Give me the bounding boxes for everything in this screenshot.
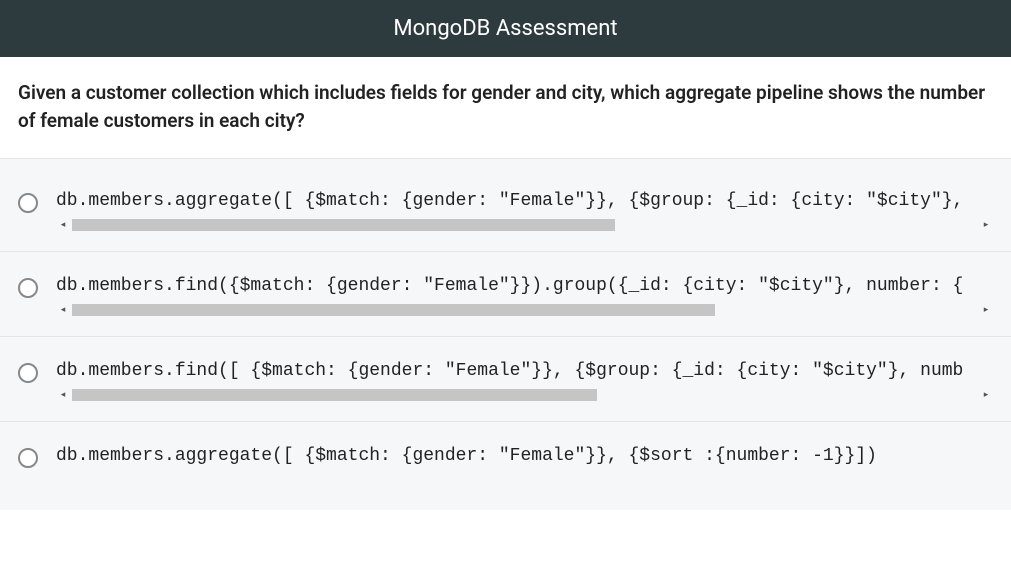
radio-button[interactable] xyxy=(18,193,38,213)
scroll-left-icon[interactable]: ◂ xyxy=(56,218,70,232)
code-wrap: db.members.aggregate([ {$match: {gender:… xyxy=(56,446,993,472)
scroll-left-icon[interactable]: ◂ xyxy=(56,303,70,317)
horizontal-scrollbar[interactable]: ◂ ▸ xyxy=(56,217,993,233)
scroll-thumb[interactable] xyxy=(72,219,615,231)
scroll-thumb[interactable] xyxy=(72,304,715,316)
scroll-track[interactable] xyxy=(72,389,977,401)
code-wrap: db.members.find([ {$match: {gender: "Fem… xyxy=(56,361,993,403)
option-item: db.members.aggregate([ {$match: {gender:… xyxy=(0,167,1011,252)
radio-button[interactable] xyxy=(18,363,38,383)
page-title: MongoDB Assessment xyxy=(393,16,617,41)
code-snippet: db.members.find([ {$match: {gender: "Fem… xyxy=(56,361,993,381)
scroll-track[interactable] xyxy=(72,304,977,316)
scroll-right-icon[interactable]: ▸ xyxy=(979,218,993,232)
scroll-thumb[interactable] xyxy=(72,389,597,401)
options-list: db.members.aggregate([ {$match: {gender:… xyxy=(0,159,1011,510)
option-item: db.members.find([ {$match: {gender: "Fem… xyxy=(0,337,1011,422)
code-snippet: db.members.find({$match: {gender: "Femal… xyxy=(56,276,993,296)
scroll-track[interactable] xyxy=(72,219,977,231)
horizontal-scrollbar[interactable]: ◂ ▸ xyxy=(56,302,993,318)
scroll-right-icon[interactable]: ▸ xyxy=(979,303,993,317)
code-snippet: db.members.aggregate([ {$match: {gender:… xyxy=(56,191,993,211)
code-wrap: db.members.aggregate([ {$match: {gender:… xyxy=(56,191,993,233)
assessment-header: MongoDB Assessment xyxy=(0,0,1011,57)
question-text: Given a customer collection which includ… xyxy=(0,57,1011,159)
code-snippet: db.members.aggregate([ {$match: {gender:… xyxy=(56,446,993,466)
scroll-left-icon[interactable]: ◂ xyxy=(56,388,70,402)
scroll-right-icon[interactable]: ▸ xyxy=(979,388,993,402)
radio-button[interactable] xyxy=(18,278,38,298)
option-item: db.members.aggregate([ {$match: {gender:… xyxy=(0,422,1011,490)
horizontal-scrollbar[interactable]: ◂ ▸ xyxy=(56,387,993,403)
radio-button[interactable] xyxy=(18,448,38,468)
option-item: db.members.find({$match: {gender: "Femal… xyxy=(0,252,1011,337)
code-wrap: db.members.find({$match: {gender: "Femal… xyxy=(56,276,993,318)
